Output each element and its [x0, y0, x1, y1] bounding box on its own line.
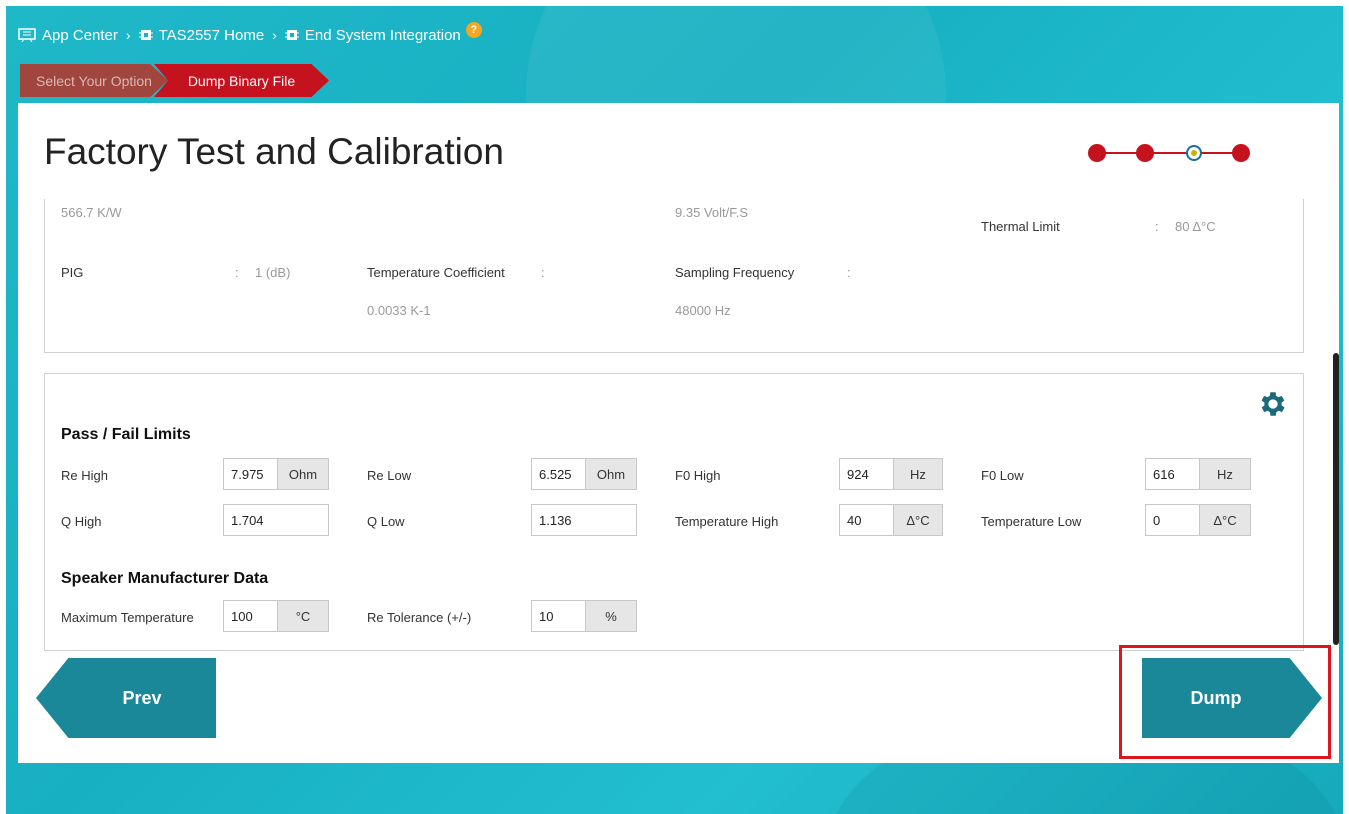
pig-value: 1 (dB) — [255, 265, 291, 280]
re-tolerance-label: Re Tolerance (+/-) — [367, 610, 472, 625]
page-title: Factory Test and Calibration — [44, 131, 504, 172]
step-select-your-option[interactable]: Select Your Option — [20, 64, 168, 97]
pig-colon: : — [235, 265, 239, 280]
f0-high-field[interactable]: 924 Hz — [839, 458, 943, 490]
pig-label: PIG — [61, 265, 84, 280]
sampling-value: 48000 Hz — [675, 303, 731, 318]
q-low-field[interactable]: 1.136 — [531, 504, 637, 536]
max-temp-label: Maximum Temperature — [61, 610, 194, 625]
q-high-field[interactable]: 1.704 — [223, 504, 329, 536]
breadcrumb-separator: › — [125, 27, 131, 43]
temp-low-input[interactable]: 0 — [1146, 505, 1200, 535]
re-low-input[interactable]: 6.525 — [532, 459, 586, 489]
temp-coeff-value: 0.0033 K-1 — [367, 303, 431, 318]
f0-low-label: F0 Low — [981, 468, 1024, 483]
limits-card: Pass / Fail Limits Re High 7.975 Ohm Re … — [44, 373, 1304, 651]
step-dump-binary-file[interactable]: Dump Binary File — [154, 64, 329, 97]
max-temp-field[interactable]: 100 °C — [223, 600, 329, 632]
breadcrumb: App Center › TAS2557 Home › End System I… — [18, 22, 482, 46]
temp-low-unit: Δ°C — [1200, 505, 1250, 535]
temp-low-label: Temperature Low — [981, 514, 1082, 529]
wizard-steps: Select Your Option Dump Binary File — [20, 64, 329, 97]
temp-coeff-colon: : — [541, 265, 545, 280]
breadcrumb-app-center[interactable]: App Center — [18, 27, 118, 44]
q-high-input[interactable]: 1.704 — [224, 505, 328, 535]
q-high-label: Q High — [61, 514, 102, 529]
f0-high-label: F0 High — [675, 468, 721, 483]
re-high-unit: Ohm — [278, 459, 328, 489]
re-high-label: Re High — [61, 468, 108, 483]
progress-dot-1 — [1088, 144, 1106, 162]
info-value: 9.35 Volt/F.S — [675, 205, 748, 220]
sampling-label: Sampling Frequency — [675, 265, 795, 280]
re-low-field[interactable]: 6.525 Ohm — [531, 458, 637, 490]
re-tolerance-field[interactable]: 10 % — [531, 600, 637, 632]
temp-high-input[interactable]: 40 — [840, 505, 894, 535]
vertical-scrollbar[interactable] — [1333, 353, 1339, 645]
q-low-label: Q Low — [367, 514, 405, 529]
sampling-colon: : — [847, 265, 851, 280]
max-temp-input[interactable]: 100 — [224, 601, 278, 631]
thermal-limit-colon: : — [1155, 219, 1159, 234]
breadcrumb-label: App Center — [42, 26, 118, 44]
speaker-manufacturer-data-title: Speaker Manufacturer Data — [61, 570, 269, 587]
progress-dot-2 — [1136, 144, 1154, 162]
breadcrumb-end-system-integration[interactable]: End System Integration — [284, 26, 461, 44]
progress-dot-current — [1186, 145, 1202, 161]
app-center-icon — [18, 28, 36, 42]
chip-icon — [138, 28, 153, 42]
re-low-unit: Ohm — [586, 459, 636, 489]
temp-coeff-label: Temperature Coefficient — [367, 265, 505, 280]
progress-dot-4 — [1232, 144, 1250, 162]
speaker-info-card: 566.7 K/W 9.35 Volt/F.S Thermal Limit : … — [44, 199, 1304, 353]
re-high-field[interactable]: 7.975 Ohm — [223, 458, 329, 490]
dump-button-highlight — [1119, 645, 1331, 759]
breadcrumb-tas2557-home[interactable]: TAS2557 Home — [138, 26, 265, 44]
re-tolerance-unit: % — [586, 601, 636, 631]
max-temp-unit: °C — [278, 601, 328, 631]
info-value: 566.7 K/W — [61, 205, 122, 220]
q-low-input[interactable]: 1.136 — [532, 505, 636, 535]
re-high-input[interactable]: 7.975 — [224, 459, 278, 489]
gear-icon[interactable] — [1257, 388, 1289, 420]
breadcrumb-label: End System Integration — [304, 26, 461, 44]
progress-line — [1098, 152, 1248, 154]
prev-button[interactable]: Prev — [36, 658, 216, 738]
thermal-limit-label: Thermal Limit — [981, 219, 1060, 234]
temp-high-field[interactable]: 40 Δ°C — [839, 504, 943, 536]
pass-fail-limits-title: Pass / Fail Limits — [61, 426, 191, 443]
temp-low-field[interactable]: 0 Δ°C — [1145, 504, 1251, 536]
re-tolerance-input[interactable]: 10 — [532, 601, 586, 631]
chip-icon — [284, 28, 299, 42]
f0-low-unit: Hz — [1200, 459, 1250, 489]
temp-high-unit: Δ°C — [894, 505, 942, 535]
breadcrumb-separator: › — [272, 27, 277, 43]
re-low-label: Re Low — [367, 468, 412, 483]
thermal-limit-value: 80 Δ°C — [1175, 219, 1216, 234]
f0-low-input[interactable]: 616 — [1146, 459, 1200, 489]
f0-low-field[interactable]: 616 Hz — [1145, 458, 1251, 490]
temp-high-label: Temperature High — [675, 514, 779, 529]
f0-high-input[interactable]: 924 — [840, 459, 894, 489]
breadcrumb-label: TAS2557 Home — [158, 26, 265, 44]
progress-indicator — [1088, 142, 1258, 164]
f0-high-unit: Hz — [894, 459, 942, 489]
help-icon[interactable]: ? — [465, 22, 482, 38]
